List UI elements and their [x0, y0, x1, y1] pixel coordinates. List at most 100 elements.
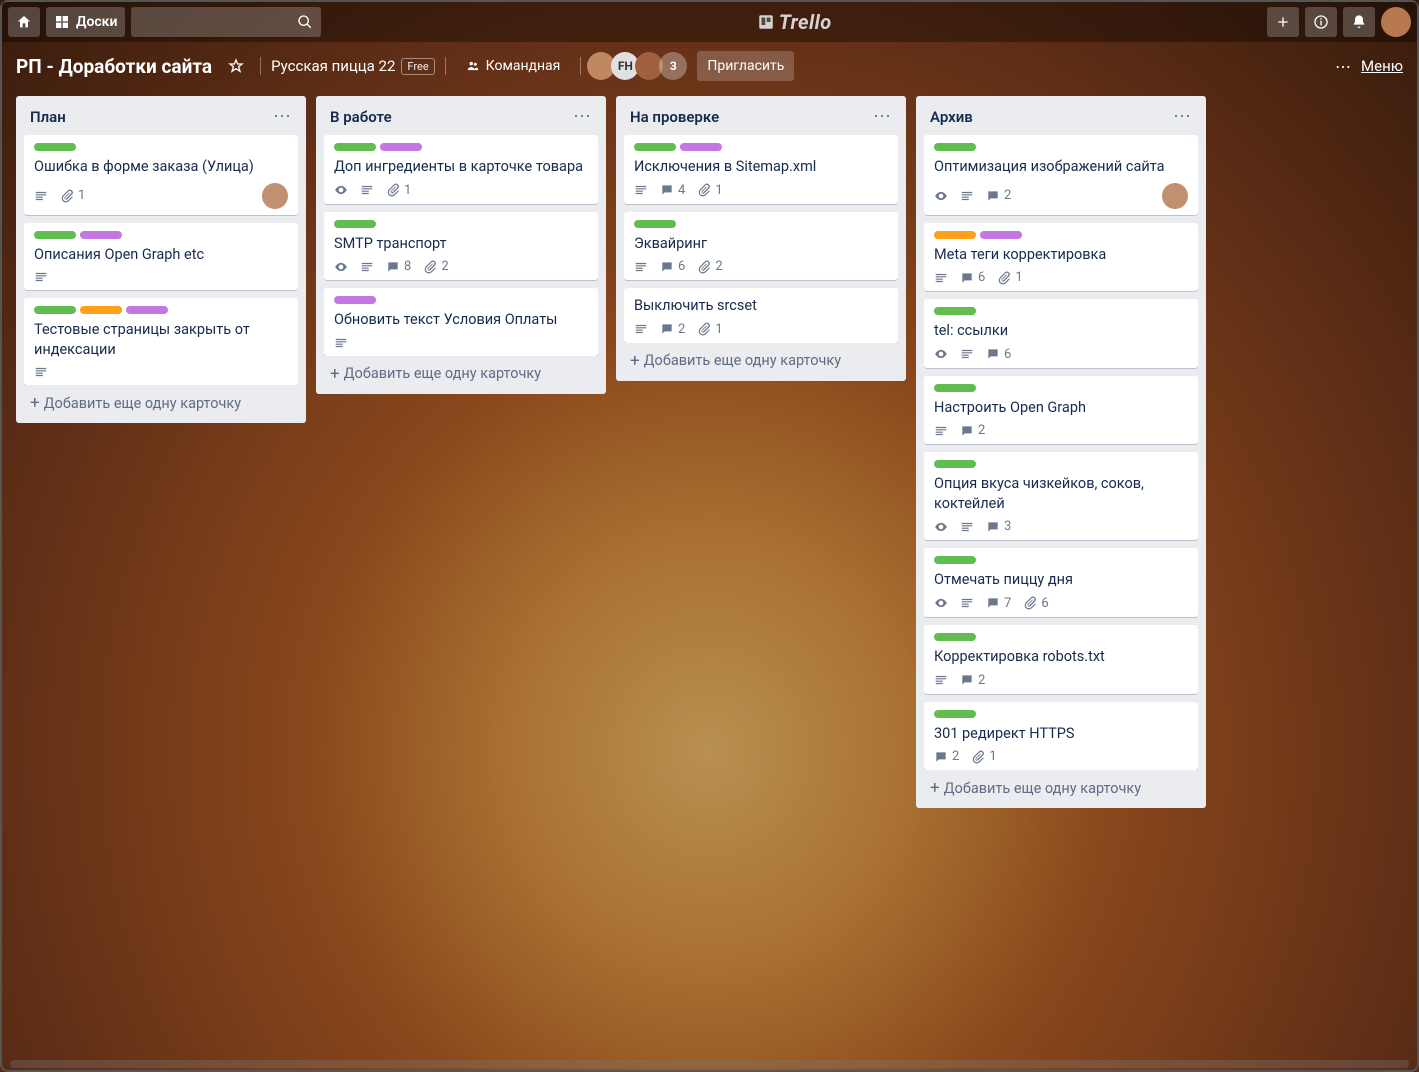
- add-card-button[interactable]: Добавить еще одну карточку: [924, 770, 1198, 800]
- card-label: [634, 220, 676, 228]
- member-count[interactable]: 3: [659, 52, 687, 80]
- description-icon: [934, 271, 948, 285]
- card-label: [334, 220, 376, 228]
- app-name: Trello: [779, 10, 832, 34]
- invite-button[interactable]: Пригласить: [697, 51, 794, 81]
- description-icon: [960, 520, 974, 534]
- card[interactable]: Выключить srcset 21: [624, 288, 898, 343]
- boards-icon: [54, 14, 70, 30]
- boards-button[interactable]: Доски: [46, 7, 125, 37]
- watch-icon: [334, 260, 348, 274]
- plus-icon: [1275, 14, 1291, 30]
- attachments-badge: 1: [971, 749, 996, 764]
- card[interactable]: SMTP транспорт 82: [324, 212, 598, 281]
- card[interactable]: Исключения в Sitemap.xml 41: [624, 135, 898, 204]
- notifications-button[interactable]: [1343, 7, 1375, 37]
- comments-badge: 2: [934, 749, 959, 764]
- description-icon: [960, 347, 974, 361]
- card-title: SMTP транспорт: [334, 234, 588, 254]
- list-menu-button[interactable]: ⋯: [273, 106, 292, 127]
- app-logo[interactable]: Trello: [327, 10, 1261, 34]
- card-title: tel: ссылки: [934, 321, 1188, 341]
- watch-icon: [334, 183, 348, 197]
- comments-badge: 3: [986, 519, 1011, 534]
- card[interactable]: Тестовые страницы закрыть от индексации: [24, 298, 298, 385]
- list-cards: Оптимизация изображений сайта 2 Meta тег…: [924, 135, 1198, 770]
- list: На проверке ⋯ Исключения в Sitemap.xml 4…: [616, 96, 906, 381]
- card-label: [980, 231, 1022, 239]
- card[interactable]: Оптимизация изображений сайта 2: [924, 135, 1198, 215]
- list: Архив ⋯ Оптимизация изображений сайта 2 …: [916, 96, 1206, 808]
- card[interactable]: Ошибка в форме заказа (Улица) 1: [24, 135, 298, 215]
- description-icon: [334, 336, 348, 350]
- star-button[interactable]: [222, 52, 250, 80]
- create-button[interactable]: [1267, 7, 1299, 37]
- attachments-badge: 6: [1023, 596, 1048, 611]
- menu-button[interactable]: Меню: [1361, 57, 1403, 75]
- info-button[interactable]: [1305, 7, 1337, 37]
- card[interactable]: Отмечать пиццу дня 76: [924, 548, 1198, 617]
- description-icon: [960, 189, 974, 203]
- card[interactable]: Опция вкуса чизкейков, соков, коктейлей …: [924, 452, 1198, 540]
- separator: [580, 57, 581, 75]
- visibility-button[interactable]: Командная: [456, 51, 571, 81]
- home-button[interactable]: [8, 7, 40, 37]
- watch-icon: [934, 347, 948, 361]
- comments-badge: 2: [960, 673, 985, 688]
- card-title: Оптимизация изображений сайта: [934, 157, 1188, 177]
- list-menu-button[interactable]: ⋯: [873, 106, 892, 127]
- user-avatar[interactable]: [1381, 7, 1411, 37]
- card[interactable]: Meta теги корректировка 61: [924, 223, 1198, 292]
- description-icon: [634, 260, 648, 274]
- card[interactable]: 301 редирект HTTPS 21: [924, 702, 1198, 771]
- add-card-button[interactable]: Добавить еще одну карточку: [624, 343, 898, 373]
- board-canvas[interactable]: План ⋯ Ошибка в форме заказа (Улица) 1 О…: [2, 90, 1417, 1070]
- comments-badge: 7: [986, 596, 1011, 611]
- card-title: Корректировка robots.txt: [934, 647, 1188, 667]
- card-title: Описания Open Graph etc: [34, 245, 288, 265]
- add-card-button[interactable]: Добавить еще одну карточку: [24, 385, 298, 415]
- card[interactable]: Доп ингредиенты в карточке товара 1: [324, 135, 598, 204]
- card[interactable]: tel: ссылки 6: [924, 299, 1198, 368]
- card-member-avatar[interactable]: [1162, 183, 1188, 209]
- home-icon: [16, 14, 32, 30]
- add-card-button[interactable]: Добавить еще одну карточку: [324, 356, 598, 386]
- comments-badge: 4: [660, 183, 685, 198]
- card[interactable]: Корректировка robots.txt 2: [924, 625, 1198, 694]
- description-icon: [934, 673, 948, 687]
- card-label: [34, 231, 76, 239]
- list-title[interactable]: План: [30, 108, 273, 126]
- card-title: Ошибка в форме заказа (Улица): [34, 157, 288, 177]
- bell-icon: [1351, 14, 1367, 30]
- search-icon: [297, 14, 313, 30]
- card[interactable]: Настроить Open Graph 2: [924, 376, 1198, 445]
- card-label: [34, 306, 76, 314]
- card-title: Отмечать пиццу дня: [934, 570, 1188, 590]
- card-label: [934, 143, 976, 151]
- list-menu-button[interactable]: ⋯: [573, 106, 592, 127]
- board-title[interactable]: РП - Доработки сайта: [16, 55, 212, 78]
- card[interactable]: Обновить текст Условия Оплаты: [324, 288, 598, 356]
- card[interactable]: Эквайринг 62: [624, 212, 898, 281]
- card-title: 301 редирект HTTPS: [934, 724, 1188, 744]
- comments-badge: 6: [660, 259, 685, 274]
- card-label: [680, 143, 722, 151]
- card-title: Доп ингредиенты в карточке товара: [334, 157, 588, 177]
- horizontal-scrollbar[interactable]: [10, 1060, 1409, 1068]
- card-label: [934, 307, 976, 315]
- list-menu-button[interactable]: ⋯: [1173, 106, 1192, 127]
- card-label: [934, 384, 976, 392]
- member-stack[interactable]: FH 3: [591, 52, 687, 80]
- list-title[interactable]: В работе: [330, 108, 573, 126]
- list-title[interactable]: Архив: [930, 108, 1173, 126]
- team-name[interactable]: Русская пицца 22 Free: [271, 57, 435, 75]
- list-title[interactable]: На проверке: [630, 108, 873, 126]
- search-input[interactable]: [131, 7, 321, 37]
- card-member-avatar[interactable]: [262, 183, 288, 209]
- separator: [260, 57, 261, 75]
- description-icon: [34, 365, 48, 379]
- card-label: [934, 633, 976, 641]
- card-label: [934, 231, 976, 239]
- card-title: Тестовые страницы закрыть от индексации: [34, 320, 288, 359]
- card[interactable]: Описания Open Graph etc: [24, 223, 298, 291]
